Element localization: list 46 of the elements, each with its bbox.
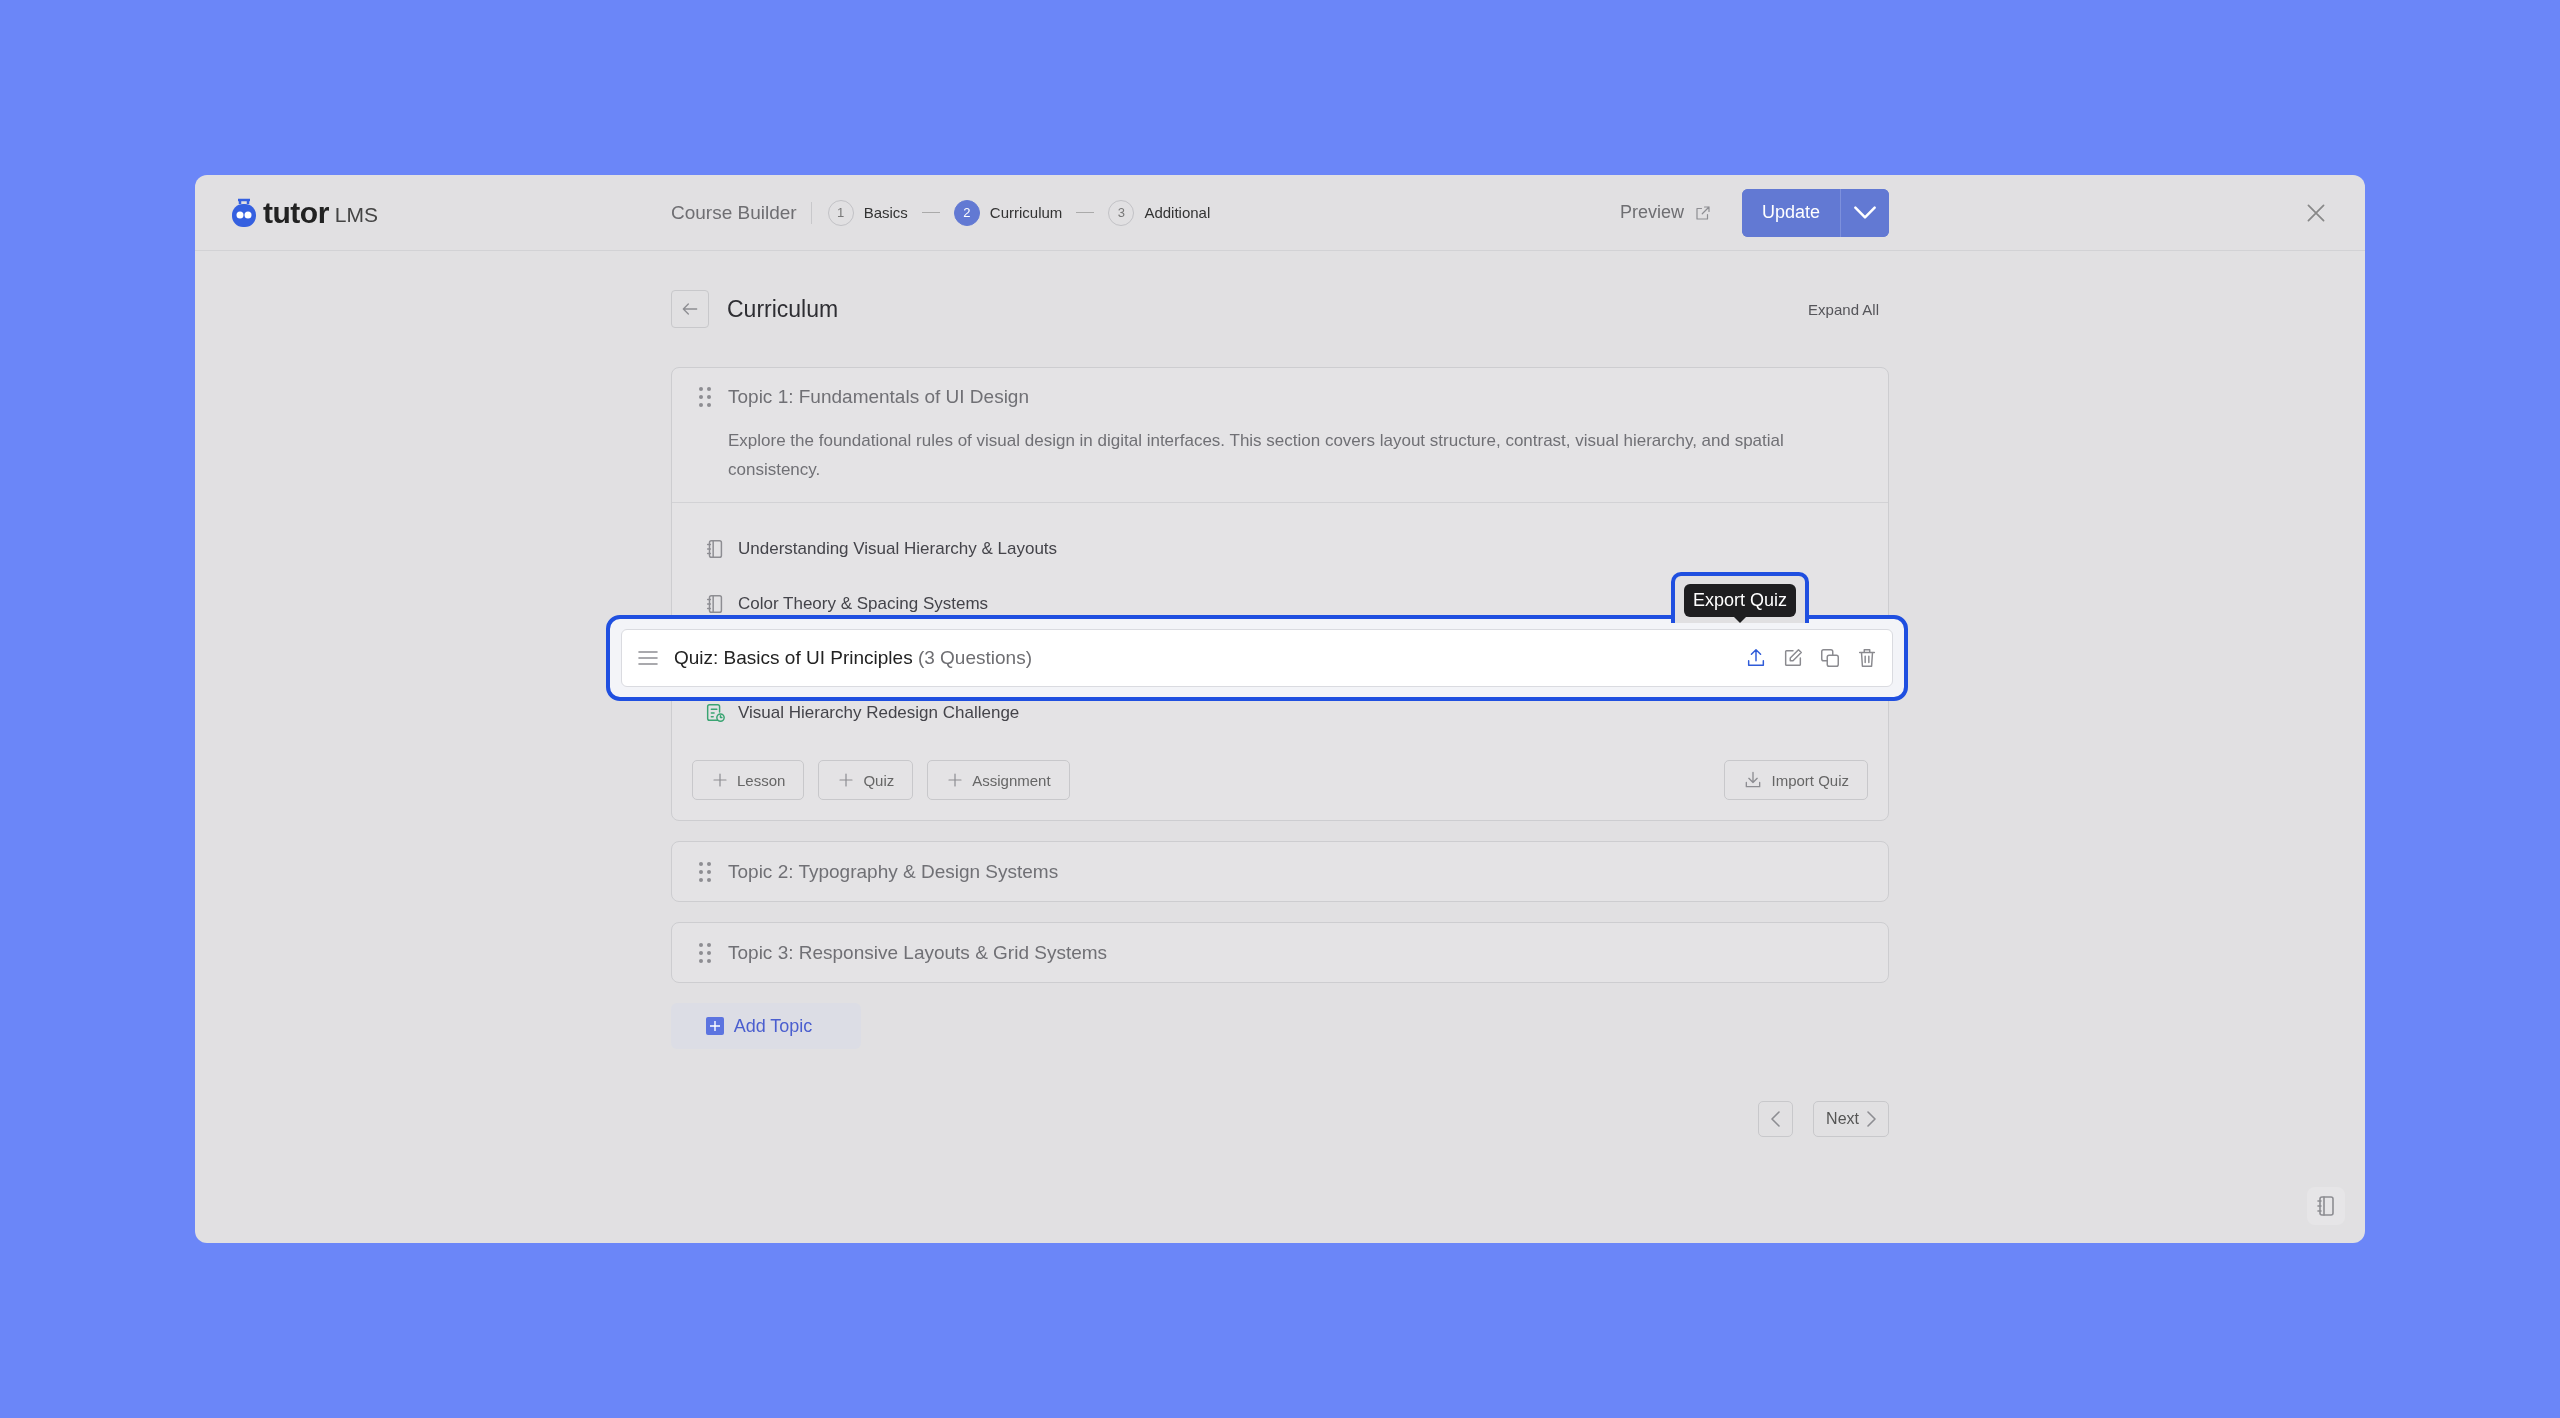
chevron-right-icon (1867, 1111, 1876, 1127)
tooltip: Export Quiz (1683, 584, 1796, 617)
builder-title: Course Builder (671, 201, 812, 224)
topic-title[interactable]: Topic 1: Fundamentals of UI Design (728, 386, 1029, 408)
step-label[interactable]: Basics (863, 204, 908, 221)
item-title[interactable]: Visual Hierarchy Redesign Challenge (738, 702, 1020, 723)
next-button[interactable]: Next (1813, 1101, 1889, 1137)
quiz-row[interactable]: Quiz: Basics of UI Principles (3 Questions) (621, 629, 1893, 687)
back-button[interactable] (671, 290, 709, 328)
add-item-button[interactable]: Assignment (927, 760, 1070, 800)
logo-wordmark: tutor (263, 195, 329, 230)
topic-title[interactable]: Topic 3: Responsive Layouts & Grid Systems (728, 941, 1108, 964)
chevron-left-icon (1771, 1111, 1781, 1127)
step-number[interactable]: 2 (953, 199, 980, 226)
logo-suffix: LMS (334, 203, 378, 227)
drag-handle-icon[interactable] (698, 941, 712, 964)
previous-button[interactable] (1758, 1101, 1794, 1137)
drag-handle-icon[interactable] (698, 386, 712, 408)
add-topic-button[interactable]: Add Topic (671, 1003, 861, 1049)
item-title[interactable]: Color Theory & Spacing Systems (738, 593, 989, 614)
logo-icon (231, 197, 257, 228)
preview-link[interactable]: Preview (1619, 202, 1684, 223)
edit-icon[interactable] (1782, 647, 1804, 669)
step-label[interactable]: Additional (1144, 204, 1211, 221)
trash-icon[interactable] (1856, 647, 1878, 669)
export-icon[interactable] (1745, 647, 1767, 669)
add-item-button[interactable]: Lesson (692, 760, 805, 800)
plus-square-icon (705, 1017, 724, 1035)
update-button[interactable]: Update (1741, 188, 1841, 237)
clipboard-clock-icon (704, 701, 726, 724)
chevron-down-icon (1854, 206, 1876, 219)
topic-description: Explore the foundational rules of visual design in digital interfaces. This section covers layout structure, contrast, visual hierarchy, and spatial consistency. (672, 408, 1888, 503)
import-button[interactable]: Import Quiz (1724, 760, 1868, 800)
notebook-button[interactable] (2307, 1187, 2345, 1225)
page-title: Curriculum (727, 295, 840, 323)
tooltip-pointer (1733, 617, 1746, 623)
topic-title[interactable]: Topic 2: Typography & Design Systems (728, 860, 1059, 883)
quiz-title: Quiz: Basics of UI Principles (3 Questions) (674, 647, 1032, 669)
add-item-button[interactable]: Quiz (818, 760, 914, 800)
plus-icon (711, 771, 729, 789)
drag-handle-icon[interactable] (698, 860, 712, 883)
external-link-icon[interactable] (1693, 203, 1712, 222)
step-label[interactable]: Curriculum (989, 204, 1063, 221)
item-title[interactable]: Understanding Visual Hierarchy & Layouts (738, 538, 1058, 559)
duplicate-icon[interactable] (1819, 647, 1841, 669)
expand-all-link[interactable]: Expand All (1808, 300, 1879, 318)
